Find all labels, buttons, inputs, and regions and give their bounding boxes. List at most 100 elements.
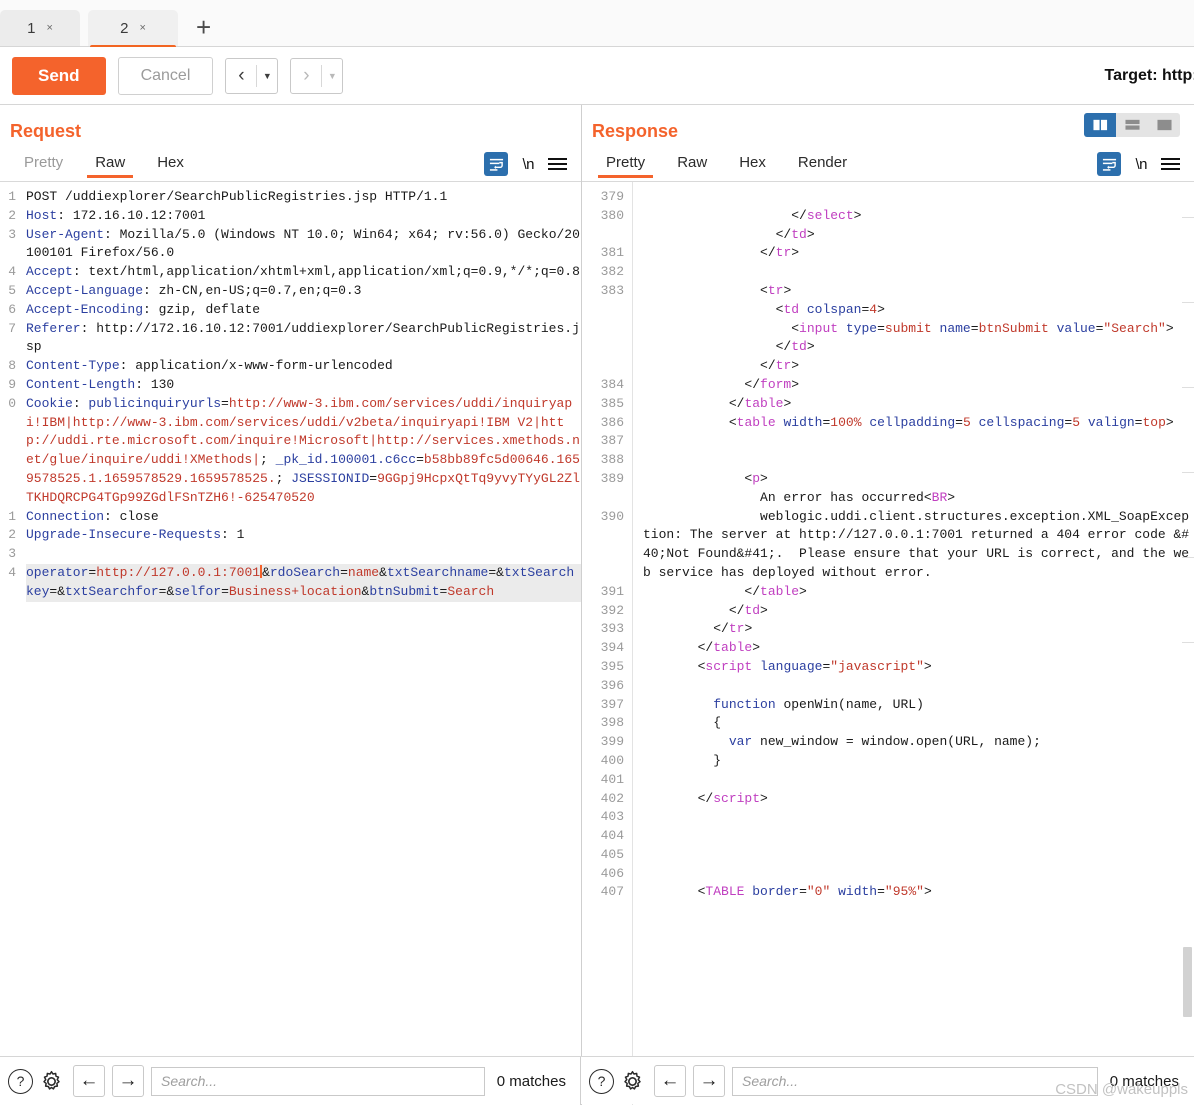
request-line: Upgrade-Insecure-Requests: 1 (26, 527, 245, 543)
response-search-input[interactable]: Search... (732, 1066, 1098, 1096)
request-line: POST /uddiexplorer/SearchPublicRegistrie… (26, 189, 448, 204)
request-line-number: 5 (8, 282, 16, 298)
request-menu-icon[interactable] (548, 158, 567, 170)
layout-split-horizontal-button[interactable] (1116, 113, 1148, 137)
response-line: <script language="javascript"> (697, 658, 932, 674)
response-line-number: 396 (600, 677, 624, 693)
request-line: Accept-Encoding: gzip, deflate (26, 301, 261, 317)
request-view-tabs: Pretty Raw Hex \n (0, 147, 581, 182)
gear-icon[interactable] (621, 1070, 644, 1093)
response-tab-raw[interactable]: Raw (661, 150, 723, 178)
response-line: <input type=submit name=btnSubmit value=… (791, 320, 1174, 336)
request-line: Content-Length: 130 (26, 376, 175, 392)
response-line-number: 386 (600, 414, 624, 430)
gear-icon[interactable] (40, 1070, 63, 1093)
word-wrap-icon[interactable] (1097, 152, 1122, 176)
request-line-number: 9 (8, 376, 16, 392)
response-line-number: 382 (600, 264, 624, 280)
help-icon[interactable]: ? (8, 1068, 33, 1094)
response-line: </td> (775, 339, 815, 355)
response-line: An error has occurred<BR> (760, 489, 956, 505)
response-line-number: 383 (600, 282, 624, 298)
request-line: Content-Type: application/x-www-form-url… (26, 358, 393, 374)
response-tab-render[interactable]: Render (782, 150, 863, 178)
response-line-number: 397 (600, 696, 624, 712)
response-line: weblogic.uddi.client.structures.exceptio… (643, 508, 1190, 580)
search-previous-button[interactable]: ← (654, 1065, 686, 1097)
request-line: Host: 172.16.10.12:7001 (26, 207, 206, 223)
editor-panes: Request PrettyRawHex \n 12345678901234 (0, 104, 1194, 1105)
response-line-number: 395 (600, 658, 624, 674)
search-next-button[interactable]: → (693, 1065, 725, 1097)
response-line (643, 846, 1194, 865)
response-line-number: 406 (600, 865, 624, 881)
target-label: Target: http:/ (1104, 66, 1194, 84)
response-line: <TABLE border="0" width="95%"> (697, 884, 932, 900)
response-line-number (582, 301, 624, 320)
response-line-number: 389 (600, 470, 624, 486)
request-line-number: 1 (8, 189, 16, 204)
response-body[interactable]: </select> </td> </tr> <tr> <td colspan=4… (633, 182, 1194, 1105)
chevron-right-icon: › (303, 64, 310, 86)
response-line-number: 405 (600, 846, 624, 862)
response-editor[interactable]: 379 380 381 382 383 384 385 386 387 388 389 390 391 3… (582, 182, 1194, 1105)
action-bar: Send Cancel ‹ ▼ › ▼ Target: http:/ (0, 47, 1194, 104)
response-line: { (713, 715, 722, 731)
response-line-number: 404 (600, 828, 624, 844)
response-view-tabs: Pretty Raw Hex Render \n (582, 147, 1194, 182)
response-line (643, 865, 1194, 884)
layout-toggle-group (1084, 113, 1180, 137)
response-menu-icon[interactable] (1161, 158, 1180, 170)
response-line (643, 677, 1194, 696)
repeater-tab-strip: 1 × 2 × + (0, 0, 1194, 49)
tab-label: 2 (120, 19, 129, 37)
show-newlines-toggle[interactable]: \n (1135, 156, 1147, 173)
response-line: <p> (744, 470, 768, 486)
help-icon[interactable]: ? (589, 1068, 614, 1094)
response-line-number: 388 (600, 452, 624, 468)
response-scrollbar[interactable] (1183, 182, 1192, 1105)
add-tab-button[interactable]: + (186, 14, 223, 46)
tab-label: 1 (27, 19, 36, 37)
search-previous-button[interactable]: ← (73, 1065, 105, 1097)
show-newlines-toggle[interactable]: \n (522, 156, 534, 173)
layout-single-pane-button[interactable] (1148, 113, 1180, 137)
response-line: } (713, 752, 722, 768)
response-line-number: 379 (600, 189, 624, 204)
response-pane: Response Pretty Raw Hex Render \n 379 380 381… (582, 105, 1194, 1105)
response-line-number: 407 (600, 884, 624, 900)
repeater-tab-1[interactable]: 1 × (0, 10, 80, 46)
request-editor[interactable]: 1 2 3 4 5 6 7 8 9 0 1 2 3 4 POST /uddiexplorer/Search… (0, 182, 581, 1105)
previous-request-button[interactable]: ‹ ▼ (225, 57, 279, 94)
response-line-number: 390 (600, 508, 624, 524)
response-line-number: 403 (600, 809, 624, 825)
request-body[interactable]: POST /uddiexplorer/SearchPublicRegistrie… (20, 182, 581, 1105)
response-line: </select> (791, 207, 862, 223)
response-line-number: 393 (600, 621, 624, 637)
request-tab-hex[interactable]: Hex (141, 150, 200, 178)
next-request-button[interactable]: › ▼ (290, 57, 344, 94)
response-line: </td> (728, 602, 768, 618)
request-tab-raw[interactable]: Raw (79, 150, 141, 178)
response-line-number: 401 (600, 771, 624, 787)
response-line-number: 392 (600, 602, 624, 618)
response-line-number: 391 (600, 583, 624, 599)
response-tab-pretty[interactable]: Pretty (590, 150, 661, 178)
repeater-tab-2[interactable]: 2 × (88, 10, 178, 49)
close-icon[interactable]: × (139, 22, 145, 34)
close-icon[interactable]: × (46, 22, 52, 34)
search-next-button[interactable]: → (112, 1065, 144, 1097)
cancel-button[interactable]: Cancel (117, 56, 214, 95)
request-search-input[interactable]: Search... (151, 1066, 485, 1096)
request-line-number: 8 (8, 358, 16, 374)
response-line (643, 808, 1194, 827)
layout-split-vertical-button[interactable] (1084, 113, 1116, 137)
request-tab-pretty[interactable]: Pretty (8, 150, 79, 178)
response-line-number: 394 (600, 640, 624, 656)
response-scrollbar-thumb[interactable] (1183, 947, 1192, 1017)
response-tab-hex[interactable]: Hex (723, 150, 782, 178)
response-line: function openWin(name, URL) (713, 696, 924, 712)
send-button[interactable]: Send (12, 56, 106, 95)
word-wrap-icon[interactable] (484, 152, 509, 176)
request-match-count: 0 matches (496, 1072, 566, 1090)
